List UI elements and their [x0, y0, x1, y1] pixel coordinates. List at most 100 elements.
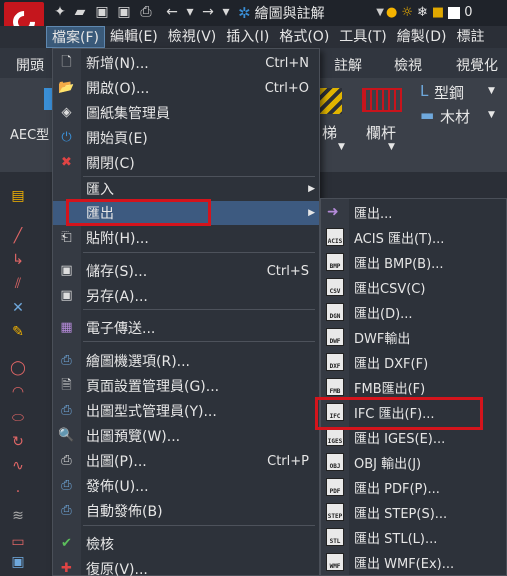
- stairs-button[interactable]: 梯: [322, 122, 337, 143]
- menu-edit[interactable]: 編輯(E): [105, 26, 163, 48]
- menu-tools[interactable]: 工具(T): [334, 26, 391, 48]
- new-sparkle-icon[interactable]: ✦: [52, 4, 68, 20]
- menu-item-label: 匯出 BMP(B)...: [354, 256, 444, 272]
- menu-item-plot-style[interactable]: ⎙ 出圖型式管理員(Y)...: [53, 399, 319, 423]
- menu-item-sheet-set[interactable]: ◈ 圖紙集管理員: [53, 101, 319, 125]
- save-icon[interactable]: ▣: [94, 4, 110, 20]
- export-item-dxf[interactable]: DXF 匯出 DXF(F): [321, 350, 506, 374]
- undo-icon[interactable]: ←: [164, 4, 180, 20]
- menu-item-import[interactable]: 匯入 ▶: [53, 177, 319, 201]
- menu-file[interactable]: 檔案(F): [46, 26, 105, 48]
- menu-item-print-preview[interactable]: 🔍 出圖預覽(W)...: [53, 424, 319, 448]
- menu-item-close[interactable]: ✖ 關閉(C): [53, 151, 319, 175]
- left-toolbar: ▤ ╱ ↳ ⫽ ✕ ✎ ◯ ◠ ⬭ ↻ ∿ · ≋ ▭ ▣: [0, 182, 36, 576]
- menu-dimension[interactable]: 標註: [452, 26, 490, 48]
- export-item-dwf[interactable]: DWF DWF輸出: [321, 325, 506, 349]
- undo-dropdown-icon[interactable]: ▾: [182, 4, 198, 20]
- iges-file-icon: IGES: [326, 428, 344, 446]
- layer-dropdown[interactable]: ● ☼ ❄ ■ 0: [386, 2, 507, 23]
- menu-item-label: ACIS 匯出(T)...: [354, 231, 445, 247]
- circle-icon[interactable]: ◯: [8, 358, 28, 378]
- menu-item-auto-publish[interactable]: ⎙ 自動發佈(B): [53, 499, 319, 523]
- menu-item-print[interactable]: ⎙ 出圖(P)... Ctrl+P: [53, 449, 319, 473]
- pencil-icon[interactable]: ✎: [8, 322, 28, 342]
- export-item-stl[interactable]: STL 匯出 STL(L)...: [321, 525, 506, 549]
- open-folder-icon[interactable]: ▰: [72, 4, 88, 20]
- arc-icon[interactable]: ◠: [8, 382, 28, 402]
- menu-item-shortcut: Ctrl+O: [264, 80, 309, 96]
- export-item-csv[interactable]: CSV 匯出CSV(C): [321, 275, 506, 299]
- export-item-export[interactable]: ➜ 匯出...: [321, 200, 506, 224]
- wood-dropdown-icon[interactable]: ▼: [488, 110, 495, 120]
- print-icon[interactable]: ⎙: [138, 4, 154, 20]
- railing-dropdown-icon[interactable]: ▼: [388, 142, 395, 152]
- export-item-acis[interactable]: ACIS ACIS 匯出(T)...: [321, 225, 506, 249]
- export-item-bmp[interactable]: BMP 匯出 BMP(B)...: [321, 250, 506, 274]
- railing-icon: [362, 88, 402, 112]
- etransmit-icon: ▦: [60, 320, 73, 335]
- aec-label[interactable]: AEC型: [10, 124, 49, 143]
- menu-separator: [83, 525, 315, 526]
- export-item-fmb[interactable]: FMB FMB匯出(F): [321, 375, 506, 399]
- profile-button[interactable]: 型鋼: [434, 82, 464, 103]
- menu-view[interactable]: 檢視(V): [163, 26, 222, 48]
- block-icon[interactable]: ▣: [8, 552, 28, 572]
- bmp-file-icon: BMP: [326, 253, 344, 271]
- file-menu: 🗋 新增(N)... Ctrl+N 📂 開啟(O)... Ctrl+O ◈ 圖紙…: [52, 48, 320, 576]
- profile-dropdown-icon[interactable]: ▼: [488, 86, 495, 96]
- rotate-icon[interactable]: ↻: [8, 432, 28, 452]
- menu-item-start-page[interactable]: ⏻ 開始頁(E): [53, 126, 319, 150]
- export-item-pdf[interactable]: PDF 匯出 PDF(P)...: [321, 475, 506, 499]
- menu-draw[interactable]: 繪製(D): [392, 26, 452, 48]
- tab-home[interactable]: 開頭: [16, 55, 44, 75]
- polyline-icon[interactable]: ↳: [8, 250, 28, 270]
- menu-format[interactable]: 格式(O): [274, 26, 334, 48]
- tab-visualize[interactable]: 視覺化: [456, 55, 498, 75]
- menu-item-label: 關閉(C): [86, 156, 135, 172]
- export-item-dgn[interactable]: DGN 匯出(D)...: [321, 300, 506, 324]
- menu-item-save-as[interactable]: ▣ 另存(A)...: [53, 284, 319, 308]
- menu-item-label: 匯出 WMF(Ex)...: [354, 556, 455, 572]
- menu-item-label: 匯出 PDF(P)...: [354, 481, 440, 497]
- menu-item-page-setup[interactable]: 🗎 頁面設置管理員(G)...: [53, 374, 319, 398]
- hatch-icon[interactable]: ≋: [8, 506, 28, 526]
- menu-item-new[interactable]: 🗋 新增(N)... Ctrl+N: [53, 51, 319, 75]
- properties-icon[interactable]: ▤: [8, 186, 28, 206]
- export-item-wmf[interactable]: WMF 匯出 WMF(Ex)...: [321, 550, 506, 574]
- menu-item-plotter-options[interactable]: ⎙ 繪圖機選項(R)...: [53, 349, 319, 373]
- wood-button[interactable]: 木材: [440, 106, 470, 127]
- export-item-obj[interactable]: OBJ OBJ 輸出(J): [321, 450, 506, 474]
- tab-annotate[interactable]: 註解: [334, 55, 362, 75]
- menu-item-save[interactable]: ▣ 儲存(S)... Ctrl+S: [53, 259, 319, 283]
- point-icon[interactable]: ·: [8, 482, 28, 502]
- railing-button[interactable]: 欄杆: [366, 122, 396, 143]
- rectangle-icon[interactable]: ▭: [8, 532, 28, 552]
- menu-item-audit[interactable]: ✔ 檢核: [53, 532, 319, 556]
- menu-item-recover[interactable]: ✚ 復原(V)...: [53, 557, 319, 576]
- export-item-step[interactable]: STEP 匯出 STEP(S)...: [321, 500, 506, 524]
- spline-icon[interactable]: ∿: [8, 456, 28, 476]
- line-icon[interactable]: ╱: [8, 226, 28, 246]
- menu-item-label: 匯出CSV(C): [354, 281, 426, 297]
- redo-icon[interactable]: →: [200, 4, 216, 20]
- audit-icon: ✔: [61, 536, 72, 551]
- stairs-dropdown-icon[interactable]: ▼: [338, 142, 345, 152]
- menu-item-shortcut: Ctrl+P: [267, 453, 309, 469]
- ellipse-icon[interactable]: ⬭: [8, 408, 28, 428]
- stairs-icon: [320, 88, 342, 114]
- menu-item-label: 電子傳送...: [86, 321, 156, 337]
- menu-item-open[interactable]: 📂 開啟(O)... Ctrl+O: [53, 76, 319, 100]
- menu-item-etransmit[interactable]: ▦ 電子傳送...: [53, 316, 319, 340]
- tab-view[interactable]: 檢視: [394, 55, 422, 75]
- save-as-icon[interactable]: ▣: [116, 4, 132, 20]
- menu-insert[interactable]: 插入(I): [221, 26, 274, 48]
- workspace-label: 繪圖與註解: [254, 5, 325, 22]
- menu-item-label: 匯出(D)...: [354, 306, 413, 322]
- attach-icon: ⎗: [61, 230, 72, 245]
- menu-item-attach[interactable]: ⎗ 貼附(H)...: [53, 226, 319, 250]
- menu-item-publish[interactable]: ⎙ 發佈(U)...: [53, 474, 319, 498]
- construction-line-icon[interactable]: ✕: [8, 298, 28, 318]
- workspace-dropdown[interactable]: ✲ 繪圖與註解 ▼: [238, 2, 384, 23]
- redo-dropdown-icon[interactable]: ▾: [218, 4, 234, 20]
- ray-icon[interactable]: ⫽: [8, 274, 28, 294]
